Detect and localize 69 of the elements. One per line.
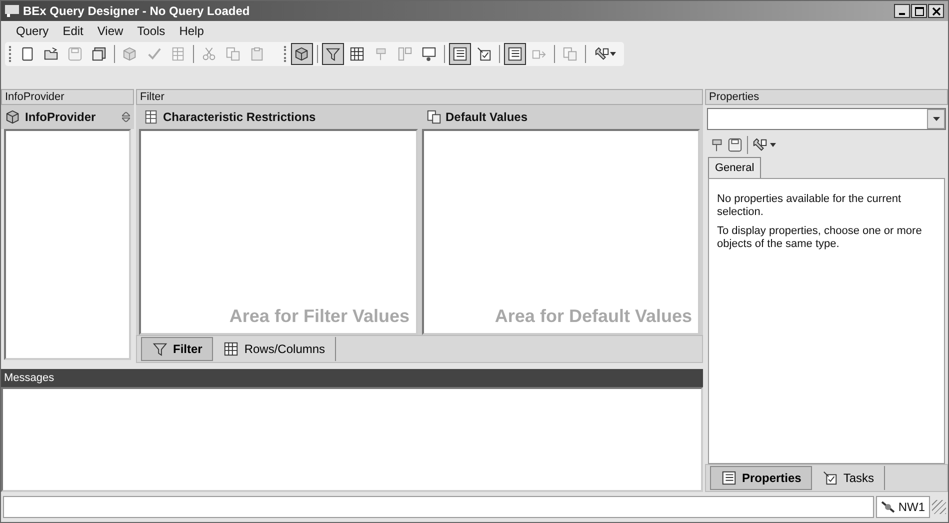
tab[interactable]: Filter [141, 337, 214, 361]
table-icon [170, 46, 186, 62]
scissors-icon [201, 46, 217, 62]
monitor-icon [421, 46, 437, 62]
tab[interactable]: General [708, 157, 762, 178]
pane-title: Default Values [446, 110, 529, 124]
info-text: No properties available for the current selection. [717, 193, 902, 219]
document-icon [143, 109, 159, 125]
panel-title: InfoProvider [25, 110, 97, 124]
copy-icon [562, 46, 578, 62]
filter-icon [152, 341, 168, 357]
caret-icon [610, 52, 616, 56]
panel-header: Properties [705, 89, 948, 105]
filter-icon [325, 46, 341, 62]
caret-icon [932, 117, 940, 121]
cube-icon [122, 46, 138, 62]
menu-item[interactable]: Help [172, 22, 211, 40]
minimize-button[interactable] [894, 4, 910, 18]
checkmark-icon [146, 46, 162, 62]
tab[interactable]: Properties [710, 466, 812, 490]
system-indicator: NW1 [876, 496, 930, 518]
grid-icon [223, 341, 240, 357]
columns-icon [397, 46, 413, 62]
panel-header: Messages [1, 369, 703, 387]
panel-header: Filter [136, 89, 703, 105]
menu-item[interactable]: View [90, 22, 130, 40]
grid-icon [349, 46, 365, 62]
save-icon [727, 137, 743, 153]
caret-icon [770, 143, 776, 147]
object-dropdown[interactable] [707, 108, 946, 130]
maximize-icon [914, 6, 924, 16]
menu-item[interactable]: Edit [56, 22, 90, 40]
document-icon [426, 109, 442, 125]
resize-grip[interactable] [932, 500, 946, 514]
close-icon [932, 6, 940, 16]
menu-item[interactable]: Query [9, 22, 56, 40]
maximize-button[interactable] [911, 4, 927, 18]
checklist-icon [476, 46, 492, 62]
tab[interactable]: Rows/Columns [213, 337, 336, 361]
wrench-icon [594, 46, 610, 62]
app-icon [5, 5, 19, 17]
open-folder-icon [43, 46, 59, 62]
area-hint: Area for Filter Values [229, 306, 410, 327]
copy-icon [225, 46, 241, 62]
info-text: To display properties, choose one or more objects of the same type. [717, 225, 923, 251]
sort-icon[interactable] [122, 112, 130, 122]
window-title: BEx Query Designer - No Query Loaded [23, 4, 251, 18]
list-icon [507, 46, 523, 62]
pane-title: Characteristic Restrictions [163, 110, 317, 124]
toolbar-button[interactable] [504, 43, 526, 65]
toolbar-grip[interactable] [284, 46, 289, 62]
toolbar-button[interactable] [449, 43, 471, 65]
menu-item[interactable]: Tools [130, 22, 172, 40]
list-icon [452, 46, 468, 62]
cube-icon [5, 109, 21, 125]
area-hint: Area for Default Values [494, 306, 692, 327]
paste-icon [249, 46, 265, 62]
list-icon [721, 470, 737, 486]
panel-header: InfoProvider [1, 89, 134, 105]
tab[interactable]: Tasks [812, 466, 886, 490]
close-button[interactable] [928, 4, 944, 18]
checklist-icon [822, 470, 838, 486]
toolbar-button[interactable] [322, 43, 344, 65]
toolbar-grip[interactable] [9, 46, 14, 62]
save-icon [67, 46, 83, 62]
toolbar-button[interactable] [291, 43, 313, 65]
connection-icon [881, 501, 896, 513]
cube-icon [294, 46, 310, 62]
wrench-icon [752, 137, 768, 153]
